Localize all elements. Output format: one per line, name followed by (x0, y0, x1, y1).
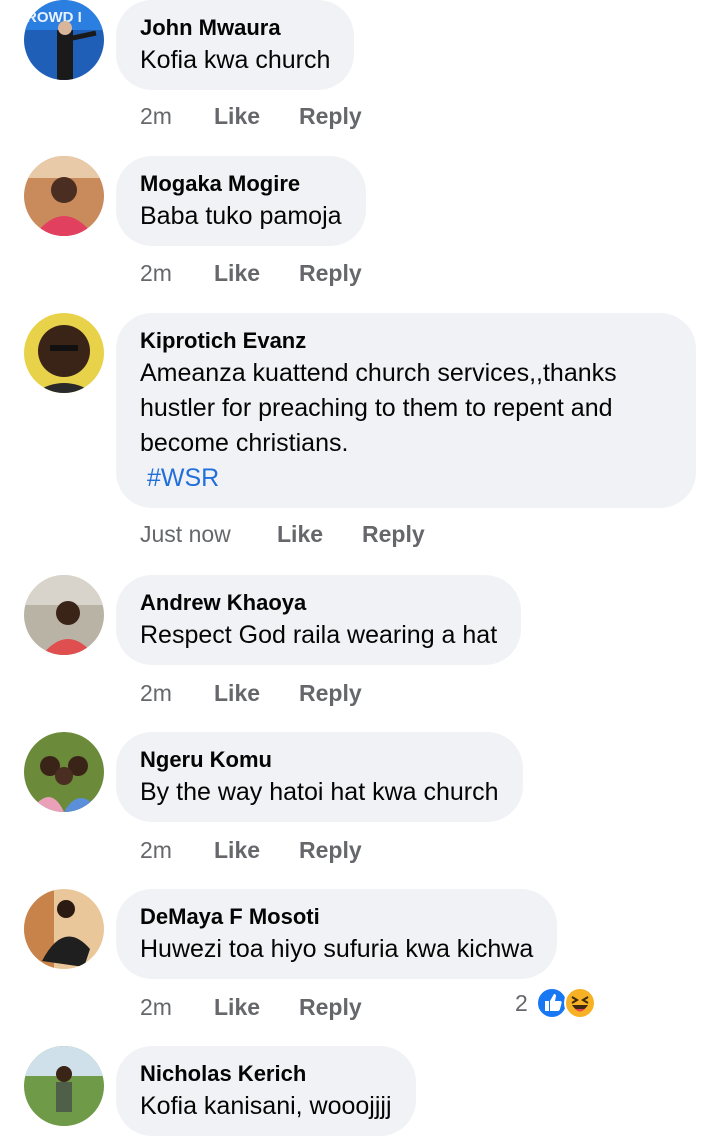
comment-time[interactable]: 2m (140, 103, 214, 130)
svg-text:ROWD I: ROWD I (26, 9, 82, 26)
comment-actions: 2m Like Reply (140, 103, 362, 130)
comment-bubble: Ngeru Komu By the way hatoi hat kwa chur… (116, 732, 523, 822)
avatar[interactable] (24, 889, 104, 969)
reply-button[interactable]: Reply (299, 680, 362, 707)
reply-button[interactable]: Reply (299, 837, 362, 864)
reply-button[interactable]: Reply (299, 103, 362, 130)
like-button[interactable]: Like (214, 994, 299, 1021)
avatar-photo-icon (24, 313, 104, 393)
comment-bubble: Nicholas Kerich Kofia kanisani, wooojjjj (116, 1046, 416, 1136)
avatar-photo-icon (24, 732, 104, 812)
comment-bubble: Andrew Khaoya Respect God raila wearing … (116, 575, 522, 665)
comment-bubble: Kiprotich Evanz Ameanza kuattend church … (116, 313, 696, 508)
avatar[interactable] (24, 732, 104, 812)
comment-text: By the way hatoi hat kwa church (140, 778, 499, 806)
comment-time[interactable]: 2m (140, 994, 214, 1021)
avatar[interactable] (24, 1046, 104, 1126)
avatar-photo-icon (24, 889, 104, 969)
comment-time[interactable]: Just now (140, 521, 277, 548)
reply-button[interactable]: Reply (299, 994, 362, 1021)
avatar-photo-icon: ROWD I (24, 0, 104, 80)
comment-actions: 2m Like Reply (140, 260, 362, 287)
comment-author[interactable]: Ngeru Komu (140, 745, 499, 775)
avatar-photo-icon (24, 575, 104, 655)
comment-author[interactable]: Nicholas Kerich (140, 1059, 392, 1089)
comment-text: Baba tuko pamoja (140, 202, 342, 230)
comment-text: Huwezi toa hiyo sufuria kwa kichwa (140, 935, 534, 963)
comment-text-line: Ameanza kuattend church services,,thanks (140, 359, 617, 387)
hashtag-link[interactable]: #WSR (140, 461, 672, 496)
comment-time[interactable]: 2m (140, 260, 214, 287)
comment-time[interactable]: 2m (140, 680, 214, 707)
comment-text: Respect God raila wearing a hat (140, 621, 498, 649)
like-button[interactable]: Like (214, 837, 299, 864)
avatar[interactable] (24, 313, 104, 393)
comment-text-line: hustler for preaching to them to repent … (140, 394, 613, 422)
avatar[interactable] (24, 575, 104, 655)
comment-bubble: DeMaya F Mosoti Huwezi toa hiyo sufuria … (116, 889, 558, 979)
comment-text-line: become christians. (140, 429, 349, 457)
comment-time[interactable]: 2m (140, 837, 214, 864)
comment-actions: Just now Like Reply (140, 521, 425, 548)
comment-author[interactable]: Andrew Khaoya (140, 588, 497, 618)
comment-actions: 2m Like Reply (140, 994, 362, 1021)
avatar-photo-icon (24, 156, 104, 236)
like-button[interactable]: Like (214, 260, 299, 287)
reaction-summary[interactable]: 2 (515, 987, 596, 1019)
avatar[interactable] (24, 156, 104, 236)
avatar[interactable]: ROWD I (24, 0, 104, 80)
comment-author[interactable]: DeMaya F Mosoti (140, 902, 533, 932)
comment-author[interactable]: Mogaka Mogire (140, 169, 342, 199)
reply-button[interactable]: Reply (299, 260, 362, 287)
comment-bubble: John Mwaura Kofia kwa church (116, 0, 355, 90)
like-button[interactable]: Like (277, 521, 362, 548)
comment-actions: 2m Like Reply (140, 680, 362, 707)
reply-button[interactable]: Reply (362, 521, 425, 548)
comment-bubble: Mogaka Mogire Baba tuko pamoja (116, 156, 366, 246)
comment-author[interactable]: John Mwaura (140, 13, 330, 43)
avatar-photo-icon (24, 1046, 104, 1126)
like-button[interactable]: Like (214, 680, 299, 707)
comment-actions: 2m Like Reply (140, 837, 362, 864)
comment-author[interactable]: Kiprotich Evanz (140, 326, 672, 356)
haha-icon (563, 987, 596, 1019)
reaction-count: 2 (515, 989, 528, 1016)
comment-text: Kofia kwa church (140, 46, 331, 74)
like-button[interactable]: Like (214, 103, 299, 130)
